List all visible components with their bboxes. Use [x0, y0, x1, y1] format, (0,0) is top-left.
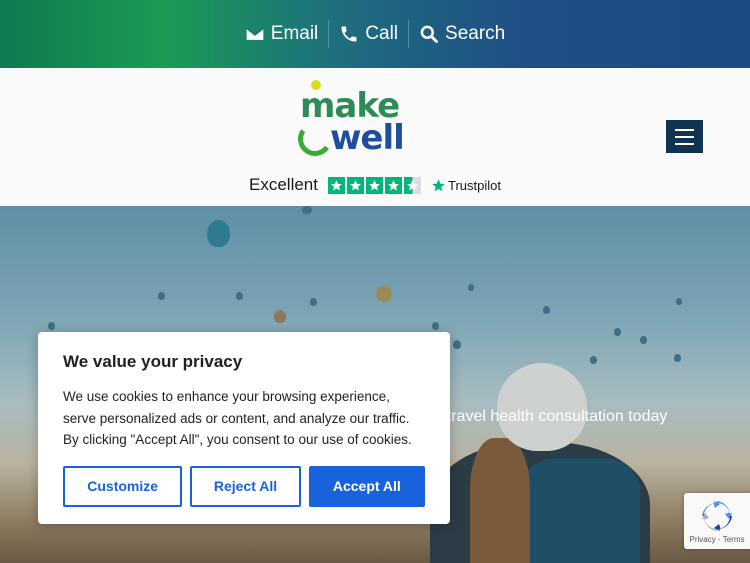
- trust-rating-label: Excellent: [249, 175, 318, 194]
- balloon-image: [543, 306, 550, 314]
- hamburger-menu-button[interactable]: [666, 120, 703, 153]
- cookie-buttons: Customize Reject All Accept All: [63, 465, 425, 507]
- phone-icon: [341, 26, 357, 42]
- balloon-image: [158, 292, 165, 300]
- top-contact-bar: Email Call Search: [0, 0, 750, 68]
- search-link[interactable]: Search: [409, 19, 515, 49]
- trustpilot-star-icon: [432, 178, 445, 191]
- half-star-icon: [403, 176, 421, 194]
- search-icon: [420, 25, 438, 43]
- recaptcha-badge[interactable]: Privacy - Terms: [684, 493, 750, 549]
- balloon-image: [453, 340, 461, 349]
- balloon-image: [376, 286, 392, 302]
- trustpilot-widget[interactable]: Excellent Trustpilot: [249, 175, 501, 195]
- call-link[interactable]: Call: [329, 19, 408, 49]
- balloon-image: [48, 322, 55, 330]
- balloon-image: [468, 284, 474, 291]
- balloon-image: [310, 298, 317, 306]
- star-icon: [327, 176, 345, 194]
- balloon-image: [236, 292, 243, 300]
- envelope-icon: [245, 27, 264, 40]
- menu-line: [675, 135, 694, 138]
- makewell-logo[interactable]: make well: [295, 78, 442, 160]
- balloon-image: [614, 328, 621, 336]
- trustpilot-brand: Trustpilot: [431, 178, 501, 193]
- balloon-image: [674, 354, 681, 362]
- site-header: make well Excellent Trustpilot: [0, 68, 750, 206]
- star-icon: [384, 176, 402, 194]
- cookie-consent-dialog: We value your privacy We use cookies to …: [38, 332, 450, 524]
- star-icon: [365, 176, 383, 194]
- cookie-title: We value your privacy: [63, 352, 243, 371]
- balloon-image: [302, 206, 312, 214]
- customize-button[interactable]: Customize: [63, 465, 183, 507]
- traveler-hair: [470, 438, 530, 563]
- star-icon: [346, 176, 364, 194]
- balloon-image: [207, 220, 230, 247]
- trustpilot-label: Trustpilot: [447, 177, 501, 193]
- search-label: Search: [445, 23, 506, 44]
- cookie-body: We use cookies to enhance your browsing …: [63, 389, 412, 447]
- traveler-backpack: [520, 458, 640, 563]
- balloon-image: [640, 336, 647, 344]
- balloon-image: [676, 298, 682, 305]
- balloon-image: [274, 310, 286, 323]
- traveler-beanie: [497, 363, 587, 451]
- menu-line: [675, 128, 694, 131]
- menu-line: [675, 142, 694, 145]
- hero-tagline: r travel health consultation today: [437, 408, 668, 425]
- balloon-image: [590, 356, 597, 364]
- trust-stars: [327, 176, 421, 194]
- reject-all-button[interactable]: Reject All: [190, 465, 301, 507]
- email-label: Email: [270, 23, 319, 44]
- logo-text-well: well: [330, 118, 405, 158]
- email-link[interactable]: Email: [235, 19, 329, 49]
- call-label: Call: [365, 23, 399, 44]
- balloon-image: [432, 322, 439, 330]
- accept-all-button[interactable]: Accept All: [308, 465, 425, 507]
- recaptcha-footer[interactable]: Privacy - Terms: [684, 535, 750, 544]
- recaptcha-icon: [702, 501, 732, 531]
